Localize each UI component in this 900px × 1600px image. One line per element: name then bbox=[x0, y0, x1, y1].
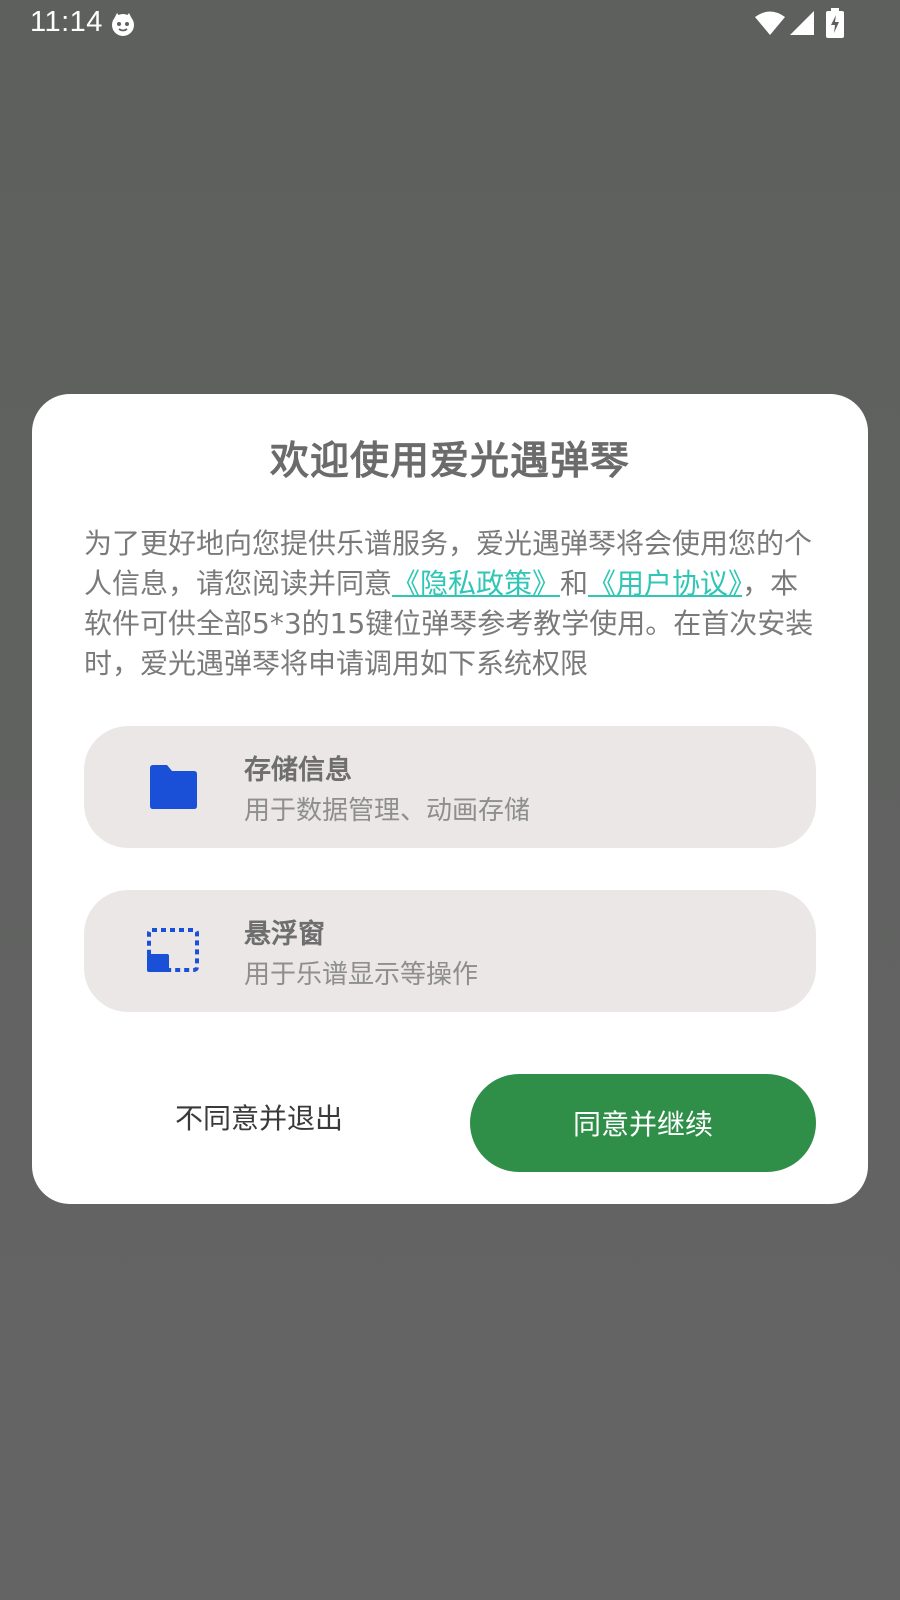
permission-desc-overlay: 用于乐谱显示等操作 bbox=[244, 960, 479, 990]
permission-name-overlay: 悬浮窗 bbox=[244, 919, 325, 950]
battery-charging-icon bbox=[826, 8, 844, 38]
status-bar: 11:14 bbox=[0, 0, 900, 48]
cat-face-notification-icon bbox=[112, 13, 134, 36]
dialog-title: 欢迎使用爱光遇弹琴 bbox=[269, 439, 630, 484]
picture-in-picture-icon bbox=[147, 928, 199, 972]
cellular-signal-icon bbox=[790, 11, 814, 35]
agree-and-continue-button[interactable]: 同意并继续 bbox=[470, 1074, 816, 1172]
permission-card-storage: 存储信息 用于数据管理、动画存储 bbox=[84, 726, 816, 848]
decline-and-exit-button[interactable]: 不同意并退出 bbox=[94, 1068, 424, 1166]
permission-name-storage: 存储信息 bbox=[244, 755, 352, 786]
privacy-consent-dialog: 欢迎使用爱光遇弹琴 为了更好地向您提供乐谱服务，爱光遇弹琴将会使用您的个人信息，… bbox=[32, 394, 868, 1204]
user-agreement-link[interactable]: 《用户协议》 bbox=[588, 567, 742, 600]
status-time: 11:14 bbox=[30, 6, 103, 38]
privacy-policy-link[interactable]: 《隐私政策》 bbox=[392, 567, 560, 600]
wifi-icon bbox=[755, 11, 785, 35]
permission-desc-storage: 用于数据管理、动画存储 bbox=[244, 796, 531, 826]
dialog-body-text: 为了更好地向您提供乐谱服务，爱光遇弹琴将会使用您的个人信息，请您阅读并同意《隐私… bbox=[84, 524, 822, 684]
folder-icon bbox=[150, 765, 197, 809]
permission-card-overlay: 悬浮窗 用于乐谱显示等操作 bbox=[84, 890, 816, 1012]
body-text-conjunction: 和 bbox=[560, 567, 589, 600]
